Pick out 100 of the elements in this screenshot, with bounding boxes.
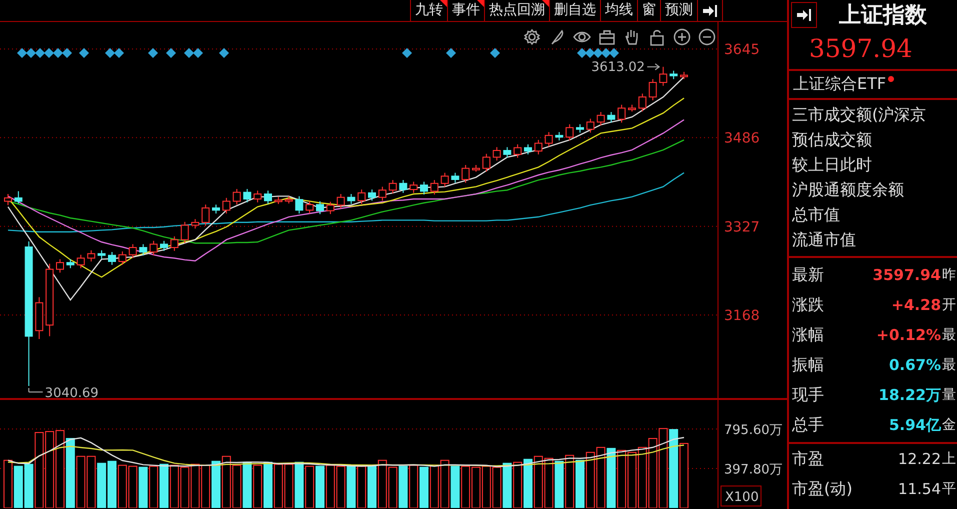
- quote-label: 振幅: [792, 354, 825, 376]
- candlestick: [388, 180, 397, 194]
- toolbar-tab[interactable]: 删自选: [549, 0, 600, 21]
- candlestick: [503, 146, 512, 158]
- toolbar-tab[interactable]: 均线: [600, 0, 637, 21]
- stat-link[interactable]: 总市值: [792, 202, 957, 227]
- candlestick: [56, 258, 64, 274]
- axis-label: 3645: [724, 42, 760, 58]
- volume-bar: [97, 462, 106, 508]
- diamond-marker: [402, 48, 412, 58]
- candlestick: [295, 196, 304, 214]
- candlestick: [659, 66, 668, 86]
- volume-bar: [212, 460, 220, 508]
- candlestick: [66, 258, 74, 269]
- toolbar-tab[interactable]: 热点回溯: [484, 0, 549, 21]
- collapse-icon[interactable]: [796, 8, 812, 22]
- zoom-in-icon[interactable]: [673, 28, 691, 46]
- diamond-marker: [62, 48, 72, 58]
- stat-link[interactable]: 流通市值: [792, 227, 957, 252]
- volume-bar: [138, 466, 148, 508]
- candlestick: [160, 240, 168, 252]
- quote-label: 金: [942, 416, 957, 434]
- volume-bar: [108, 460, 116, 508]
- etf-link[interactable]: 上证综合ETF: [793, 74, 886, 95]
- stat-link[interactable]: 较上日此时: [792, 152, 957, 177]
- candlestick: [4, 194, 12, 206]
- quote-label: 最: [942, 356, 957, 374]
- candlestick: [254, 190, 262, 203]
- quote-value: 5.94亿: [888, 416, 941, 434]
- axis-label: 397.80万: [724, 462, 782, 478]
- quote-label: 昨: [942, 266, 957, 284]
- candlestick: [410, 181, 418, 194]
- candlestick: [35, 296, 44, 340]
- quote-label: 涨幅: [792, 324, 825, 346]
- quote-label: 市盈: [792, 448, 825, 470]
- candlestick: [440, 172, 449, 188]
- index-price: 3597.94: [789, 30, 957, 71]
- quote-value: 11.54: [897, 480, 941, 498]
- candlestick: [482, 153, 490, 172]
- axis-label: 795.60万: [724, 423, 782, 438]
- candlestick: [638, 93, 646, 112]
- candlestick: [648, 78, 657, 101]
- collapse-icon[interactable]: [702, 4, 718, 18]
- toolbox-icon[interactable]: [598, 28, 616, 46]
- volume-bar: [14, 466, 23, 508]
- quote-label: 平: [942, 480, 957, 498]
- volume-bar: [524, 458, 532, 508]
- quote-value: 0.67%: [888, 356, 941, 374]
- quote-label: 涨跌: [792, 294, 825, 316]
- axis-label: 3486: [724, 130, 760, 147]
- candlestick: [596, 112, 605, 126]
- toolbar-tab[interactable]: 事件: [447, 0, 484, 21]
- candlestick: [399, 180, 408, 194]
- scale-label: X100: [720, 486, 762, 506]
- leader-line: [646, 63, 660, 70]
- candlestick: [76, 254, 85, 269]
- quote-label: 上: [942, 450, 957, 468]
- diamond-marker: [184, 48, 194, 58]
- volume-bar: [420, 466, 428, 508]
- candlestick: [212, 204, 220, 214]
- diamond-marker: [105, 48, 115, 58]
- candlestick: [180, 221, 189, 244]
- settings-icon[interactable]: [523, 28, 541, 46]
- zoom-out-icon[interactable]: [698, 28, 716, 46]
- stat-link[interactable]: 预估成交额: [792, 127, 957, 152]
- diamond-marker: [446, 48, 456, 58]
- candlestick: [118, 250, 126, 266]
- candlestick: [586, 118, 594, 134]
- toolbar-tab[interactable]: 预测: [660, 0, 697, 21]
- candlestick: [462, 164, 470, 184]
- candlestick: [378, 186, 386, 202]
- quote-value: 3597.94: [872, 266, 941, 284]
- diamond-marker: [193, 48, 203, 58]
- volume-bar: [398, 466, 408, 508]
- candlestick: [139, 244, 148, 256]
- candlestick: [336, 194, 345, 209]
- toolbar-tab[interactable]: 窗: [637, 0, 660, 21]
- candlestick: [607, 112, 616, 124]
- candlestick: [264, 190, 272, 205]
- candlestick: [128, 244, 137, 259]
- diamond-marker: [593, 48, 603, 58]
- candlestick: [555, 132, 564, 141]
- candlestick: [472, 164, 480, 172]
- diamond-marker: [114, 48, 124, 58]
- candlestick: [451, 172, 460, 184]
- volume-bar: [66, 438, 75, 508]
- candlestick: [628, 104, 636, 112]
- candlestick: [87, 250, 96, 262]
- stat-link[interactable]: 三市成交额(沪深京: [792, 102, 957, 127]
- stat-link[interactable]: 沪股通额度余额: [792, 177, 957, 202]
- quote-label: 量: [942, 386, 957, 404]
- candlestick: [14, 190, 22, 204]
- quote-label: 市盈(动): [792, 478, 852, 500]
- diamond-marker: [79, 48, 89, 58]
- candlestick: [618, 104, 626, 124]
- toolbar-tab[interactable]: 九转: [410, 0, 447, 21]
- quote-label: 最: [942, 326, 957, 344]
- quote-label: 总手: [792, 414, 825, 436]
- lock-icon[interactable]: [648, 28, 666, 46]
- axis-label: 3327: [724, 219, 760, 236]
